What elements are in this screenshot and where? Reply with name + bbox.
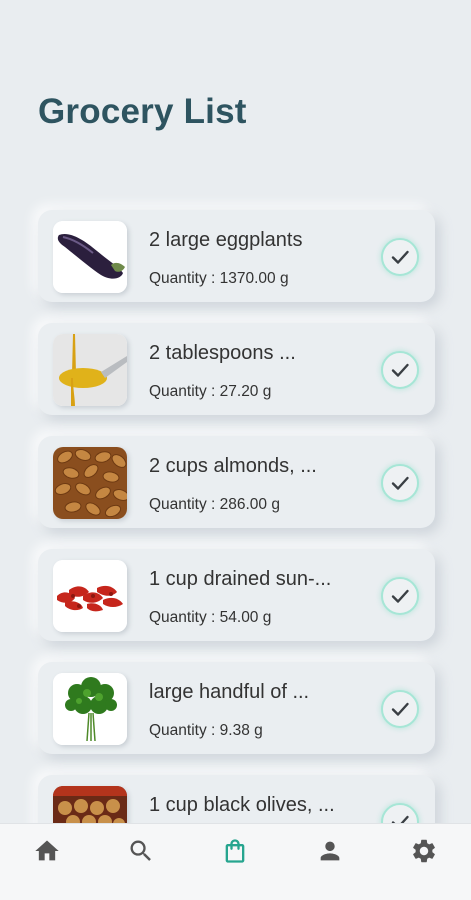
- item-quantity: Quantity : 27.20 g: [149, 383, 272, 400]
- shopping-bag-icon: [226, 839, 245, 863]
- item-name: 1 cup black olives, ...: [149, 794, 335, 816]
- home-icon: [35, 840, 59, 861]
- grocery-list: 2 large eggplants Quantity : 1370.00 g 2…: [38, 210, 435, 888]
- nav-home[interactable]: [25, 837, 69, 881]
- olive-oil-spoon-icon: [53, 334, 127, 406]
- nav-profile[interactable]: [308, 837, 352, 881]
- gear-icon: [412, 839, 435, 863]
- item-quantity: Quantity : 286.00 g: [149, 496, 280, 513]
- page-title: Grocery List: [38, 92, 247, 131]
- check-icon[interactable]: [381, 577, 419, 615]
- sun-dried-tomatoes-icon: [53, 560, 127, 632]
- grocery-item[interactable]: large handful of ... Quantity : 9.38 g: [38, 662, 435, 754]
- nav-search[interactable]: [119, 837, 163, 881]
- grocery-item[interactable]: 2 large eggplants Quantity : 1370.00 g: [38, 210, 435, 302]
- item-quantity: Quantity : 54.00 g: [149, 609, 272, 626]
- item-name: 2 large eggplants: [149, 229, 303, 251]
- grocery-item[interactable]: 2 cups almonds, ... Quantity : 286.00 g: [38, 436, 435, 528]
- person-icon: [320, 841, 339, 861]
- almonds-icon: [53, 447, 127, 519]
- item-name: 2 tablespoons ...: [149, 342, 296, 364]
- nav-settings[interactable]: [402, 837, 446, 881]
- item-quantity: Quantity : 1370.00 g: [149, 270, 289, 287]
- item-name: 1 cup drained sun-...: [149, 568, 332, 590]
- check-icon[interactable]: [381, 238, 419, 276]
- item-name: large handful of ...: [149, 681, 310, 703]
- search-icon: [130, 840, 152, 861]
- grocery-item[interactable]: 2 tablespoons ... Quantity : 27.20 g: [38, 323, 435, 415]
- check-icon[interactable]: [381, 464, 419, 502]
- parsley-icon: [53, 673, 127, 745]
- grocery-item[interactable]: 1 cup drained sun-... Quantity : 54.00 g: [38, 549, 435, 641]
- item-name: 2 cups almonds, ...: [149, 455, 317, 477]
- item-quantity: Quantity : 9.38 g: [149, 722, 263, 739]
- bottom-navigation: [0, 823, 471, 900]
- check-icon[interactable]: [381, 351, 419, 389]
- nav-grocery-list[interactable]: [213, 837, 257, 881]
- eggplant-icon: [53, 221, 127, 293]
- check-icon[interactable]: [381, 690, 419, 728]
